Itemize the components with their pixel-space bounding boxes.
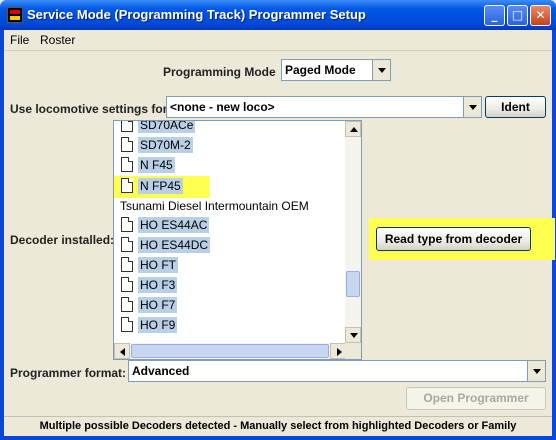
status-message: Multiple possible Decoders detected - Ma… — [39, 420, 517, 432]
decoder-tree[interactable]: SD70ACe SD70M-2 N F45 N FP45 Tsunami Die… — [113, 120, 362, 360]
scroll-left-icon[interactable] — [114, 343, 130, 359]
document-icon — [121, 157, 133, 172]
menu-roster[interactable]: Roster — [40, 33, 75, 47]
tree-row[interactable]: HO ES44DC — [114, 235, 346, 255]
menu-file[interactable]: File — [10, 33, 29, 47]
document-icon — [121, 257, 133, 272]
scroll-up-icon[interactable] — [345, 121, 361, 137]
minimize-button[interactable]: _ — [484, 5, 505, 26]
scroll-thumb[interactable] — [131, 344, 329, 358]
tree-row-label: N F45 — [138, 157, 175, 173]
window-title: Service Mode (Programming Track) Program… — [27, 7, 366, 22]
document-icon — [121, 237, 133, 252]
loco-settings-value: <none - new loco> — [170, 100, 275, 114]
programmer-format-value: Advanced — [132, 364, 190, 378]
app-icon — [7, 7, 23, 23]
document-icon — [121, 137, 133, 152]
tree-row[interactable]: HO F7 — [114, 295, 346, 315]
programming-mode-dropdown[interactable]: Paged Mode — [281, 59, 391, 81]
scroll-thumb[interactable] — [346, 271, 360, 297]
tree-row-label: HO F3 — [138, 277, 178, 293]
app-window: Service Mode (Programming Track) Program… — [0, 0, 556, 440]
programmer-format-dropdown[interactable]: Advanced — [128, 360, 546, 382]
tree-row-label: HO F7 — [138, 297, 178, 313]
chevron-down-icon[interactable] — [527, 361, 545, 381]
document-icon — [121, 121, 133, 132]
chevron-down-icon[interactable] — [463, 97, 481, 117]
tree-row[interactable]: SD70ACe — [114, 121, 346, 135]
open-programmer-button[interactable]: Open Programmer — [406, 387, 546, 410]
tree-group-row[interactable]: Tsunami Diesel Intermountain OEM — [114, 196, 346, 216]
tree-row-label: HO ES44DC — [138, 237, 211, 253]
chevron-down-icon[interactable] — [372, 60, 390, 80]
tree-row[interactable]: N FP45 — [114, 176, 346, 196]
client-area: File Roster Programming Mode Paged Mode … — [4, 30, 555, 436]
tree-row-label: SD70M-2 — [138, 137, 193, 153]
tree-row[interactable]: HO F9 — [114, 315, 346, 335]
tree-row[interactable]: HO ES44AC — [114, 215, 346, 235]
tree-row[interactable]: SD70M-2 — [114, 135, 346, 155]
loco-settings-dropdown[interactable]: <none - new loco> — [166, 96, 482, 118]
ident-button[interactable]: Ident — [485, 96, 546, 118]
vertical-scrollbar[interactable] — [345, 121, 361, 343]
title-bar[interactable]: Service Mode (Programming Track) Program… — [0, 0, 556, 30]
document-icon — [121, 217, 133, 232]
tree-row[interactable]: HO FT — [114, 255, 346, 275]
programming-mode-value: Paged Mode — [285, 63, 356, 77]
maximize-button[interactable]: □ — [507, 5, 528, 26]
document-icon — [121, 297, 133, 312]
document-icon — [121, 317, 133, 332]
scroll-down-icon[interactable] — [345, 327, 361, 343]
tree-row[interactable]: N F45 — [114, 155, 346, 175]
programming-mode-label: Programming Mode — [163, 65, 276, 79]
tree-row-label: SD70ACe — [138, 121, 196, 133]
close-button[interactable]: ✕ — [530, 5, 551, 26]
tree-row-label: HO ES44AC — [138, 217, 210, 233]
read-type-from-decoder-button[interactable]: Read type from decoder — [376, 227, 531, 251]
document-icon — [121, 277, 133, 292]
decoder-installed-label: Decoder installed: — [10, 233, 115, 247]
tree-row-label: HO F9 — [138, 317, 178, 333]
tree-row-label: N FP45 — [138, 178, 183, 194]
tree-group-label: Tsunami Diesel Intermountain OEM — [120, 199, 309, 213]
tree-row[interactable]: HO F3 — [114, 275, 346, 295]
loco-settings-label: Use locomotive settings for: — [10, 102, 172, 116]
menu-bar: File Roster — [4, 30, 552, 51]
programmer-format-label: Programmer format: — [10, 366, 127, 380]
document-icon — [121, 178, 133, 193]
status-bar: Multiple possible Decoders detected - Ma… — [4, 416, 552, 436]
scroll-corner — [345, 343, 361, 359]
horizontal-scrollbar[interactable] — [114, 343, 346, 359]
scroll-right-icon[interactable] — [330, 343, 346, 359]
tree-row-label: HO FT — [138, 257, 178, 273]
